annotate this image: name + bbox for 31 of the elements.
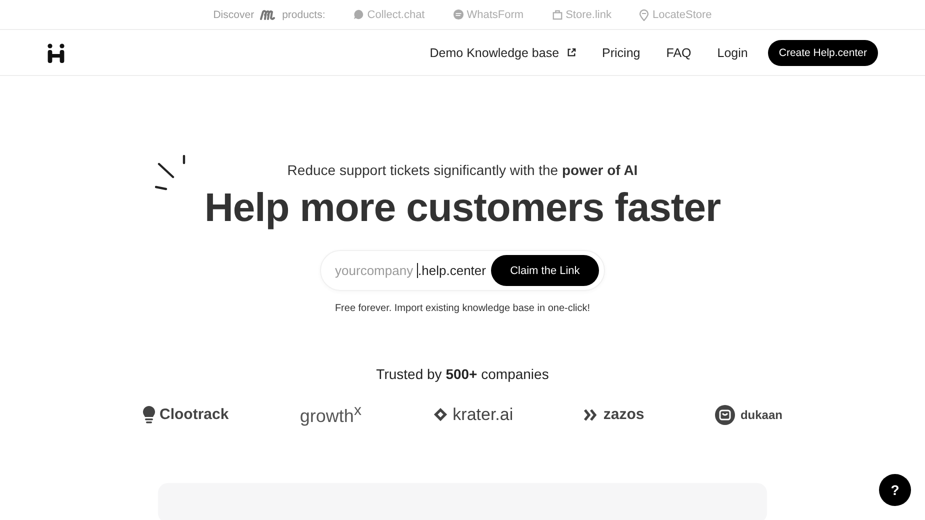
bag-icon	[552, 9, 563, 20]
bulb-icon	[142, 406, 154, 424]
bag-icon	[715, 404, 736, 424]
pin-icon	[639, 8, 650, 20]
company-logo: dukaan	[740, 408, 782, 422]
nav-link[interactable]: Pricing	[602, 46, 640, 60]
message-icon	[452, 9, 464, 20]
company-logo: krater.ai	[452, 404, 514, 424]
hero-title: Help more customers faster	[204, 186, 721, 230]
note-text: Free forever. Import existing knowledge base in one-click!	[334, 303, 590, 314]
nav-link[interactable]: Login	[717, 46, 748, 60]
domain-suffix: .help.center	[418, 263, 486, 278]
logo-icon[interactable]	[47, 42, 65, 62]
nav-link[interactable]: FAQ	[666, 46, 692, 60]
logo-icon	[260, 10, 276, 20]
company-logo: growth$^{x}$	[300, 402, 362, 427]
sparkle-icon	[155, 155, 188, 191]
chat-icon	[353, 9, 364, 20]
promo-text: Discover	[213, 8, 254, 20]
nav-link[interactable]: Demo Knowledge base	[430, 46, 576, 60]
claim-button[interactable]: Claim the Link	[490, 255, 599, 286]
trusted-heading: Trusted by 500+ companies	[376, 366, 549, 382]
create-button[interactable]: Create Help.center	[768, 40, 878, 66]
company-logo: zazos	[603, 406, 644, 423]
help-button[interactable]: ?	[879, 474, 911, 506]
tagline: Reduce support tickets significantly with the power of AI	[287, 162, 638, 178]
domain-field[interactable]: yourcompany	[335, 263, 418, 278]
company-logo: Clootrack	[160, 406, 229, 423]
chevrons-icon	[584, 408, 598, 420]
promo-text: products:	[282, 8, 326, 20]
diamond-icon	[432, 407, 448, 422]
